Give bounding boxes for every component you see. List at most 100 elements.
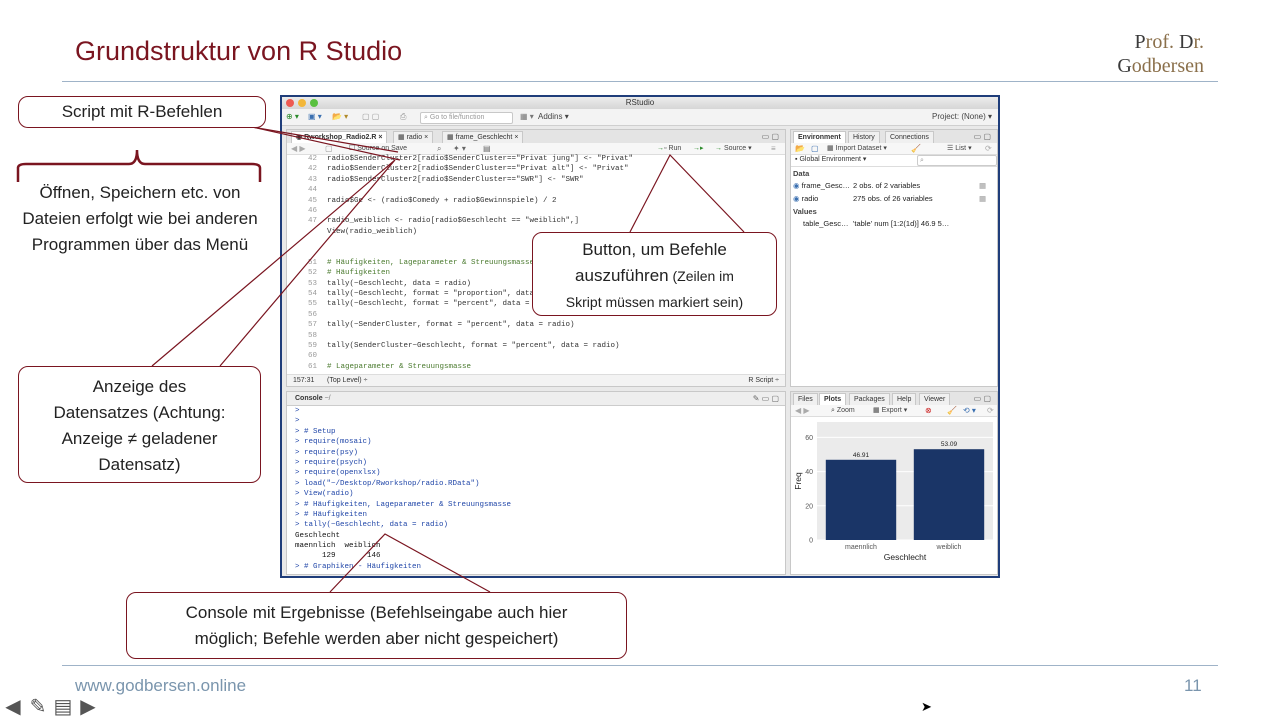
code-line[interactable]: 60 [287,351,785,361]
publish-icon[interactable]: ⟲ ▾ [963,406,976,416]
mouse-cursor-icon: ➤ [921,699,932,714]
y-tick-label: 0 [809,538,813,545]
list-view-selector[interactable]: ☰ List ▾ [947,144,972,154]
env-row-table-geschlecht[interactable]: table_Gesc… 'table' num [1:2(1d)] 46.9 5… [793,218,993,229]
code-tools-icon[interactable]: ✦ ▾ [453,144,466,154]
next-slide-icon[interactable]: ▶ [77,694,99,719]
project-menu[interactable]: Project: (None) ▾ [932,112,992,122]
close-window-icon[interactable] [286,99,294,107]
tab-radio[interactable]: ▦ radio × [393,131,434,143]
save-icon[interactable]: ▢ ▢ [362,112,379,122]
find-icon[interactable]: ⌕ [437,144,441,154]
zoom-window-icon[interactable] [310,99,318,107]
env-search-input[interactable]: ⌕ [917,155,997,166]
tab-help[interactable]: Help [892,393,917,405]
expand-icon[interactable]: ◉ [793,194,800,203]
outline-icon[interactable]: ≡ [771,144,776,154]
scope-selector[interactable]: (Top Level) ÷ [327,375,367,386]
menu-icon[interactable]: ▤ [52,694,74,719]
open-file-icon[interactable]: 📂 ▾ [332,112,348,122]
rstudio-window: RStudio ⊕ ▾ ▣ ▾ 📂 ▾ ▢ ▢ ⎙ ⌕ Go to file/f… [280,95,1000,578]
code-line[interactable]: 47 radio_weiblich <- radio[radio$Geschlec… [287,216,785,226]
minimize-window-icon[interactable] [298,99,306,107]
tab-packages[interactable]: Packages [849,393,890,405]
tab-files[interactable]: Files [793,393,818,405]
tab-plots[interactable]: Plots [819,393,847,405]
compile-report-icon[interactable]: ▤ [483,144,491,154]
console-line: > # Häufigkeiten [295,510,368,519]
export-button[interactable]: ▦ Export ▾ [873,406,907,416]
y-tick-label: 60 [805,435,813,442]
new-file-icon[interactable]: ⊕ ▾ [286,112,299,122]
console-line: > # Setup [295,427,336,436]
expand-icon[interactable]: ◉ [793,181,800,190]
console-line: > load("~/Desktop/Rworkshop/radio.RData"… [295,479,480,488]
code-line[interactable]: 44 [287,185,785,195]
tab-console[interactable]: Console ~/ [291,393,335,404]
tab-history[interactable]: History [848,131,880,143]
addins-menu[interactable]: Addins ▾ [538,112,569,122]
y-tick-label: 40 [805,469,813,476]
clear-workspace-icon[interactable]: 🧹 [911,144,921,154]
source-on-save-checkbox[interactable]: ☐ Source on Save [349,144,407,154]
logo: Prof. Dr. Godbersen [1117,31,1204,77]
footer-url[interactable]: www.godbersen.online [75,676,246,696]
view-table-icon[interactable]: ▦ [979,193,986,204]
code-line[interactable]: 42 radio$SenderCluster2[radio$SenderClust… [287,164,785,174]
load-workspace-icon[interactable]: 📂 [795,144,805,154]
open-project-icon[interactable]: ▣ ▾ [308,112,322,122]
remove-plot-icon[interactable]: ⊗ [925,406,932,416]
x-tick-label: maennlich [845,544,877,551]
plot-nav-icon[interactable]: ◀ ▶ [795,406,810,416]
layout-icon[interactable]: ▦ ▾ [520,112,534,122]
plots-tabs: Files Plots Packages Help Viewer ▭ ▢ [791,392,997,406]
goto-file-input[interactable]: ⌕ Go to file/function [420,112,513,124]
console-pane: Console ~/ ✎ ▭ ▢ > > > # Setup > require(mo… [286,391,786,575]
rerun-button[interactable]: →▸ [693,144,704,154]
pen-icon[interactable]: ✎ [27,694,49,719]
data-label: 46.91 [853,452,870,459]
refresh-icon[interactable]: ⟳ [985,144,992,154]
file-type-selector[interactable]: R Script ÷ [748,375,779,386]
code-line[interactable]: 61 # Lageparameter & Streuungsmasse [287,362,785,372]
bar-chart: 0 20 40 60 46.91 maennlich 53.09 weiblich Geschl… [793,422,993,562]
tab-frame-geschlecht[interactable]: ▦ frame_Geschlecht × [442,131,524,143]
tab-script[interactable]: ◉ Rworkshop_Radio2.R × [291,131,388,143]
zoom-button[interactable]: ⌕ Zoom [831,406,855,416]
tab-viewer[interactable]: Viewer [919,393,951,405]
console-line: maennlich weiblich [295,542,381,551]
import-dataset-button[interactable]: ▦ Import Dataset ▾ [827,144,887,154]
code-line[interactable]: 57 tally(~SenderCluster, format = "percen… [287,320,785,330]
editor-statusbar: 157:31 (Top Level) ÷ R Script ÷ [287,374,785,386]
run-button[interactable]: →▫ Run [657,144,681,154]
clear-plots-icon[interactable]: 🧹 [947,406,957,416]
source-button[interactable]: → Source ▾ [715,144,752,154]
save-workspace-icon[interactable]: ▢ [811,144,819,154]
console-line: > require(psych) [295,458,368,467]
plots-minmax-icon[interactable]: ▭ ▢ [974,394,991,403]
env-minmax-icon[interactable]: ▭ ▢ [974,132,991,141]
view-table-icon[interactable]: ▦ [979,180,986,191]
code-line[interactable]: 45 radio$Ge <- (radio$Comedy + radio$Gewi… [287,196,785,206]
tab-connections[interactable]: Connections [885,131,934,143]
tab-environment[interactable]: Environment [793,131,846,143]
prev-slide-icon[interactable]: ◀ [2,694,24,719]
code-line[interactable]: 58 [287,331,785,341]
code-line[interactable]: 42 radio$SenderCluster2[radio$SenderClust… [287,154,785,164]
code-line[interactable]: 43 radio$SenderCluster2[radio$SenderClust… [287,175,785,185]
env-row-frame-geschlecht[interactable]: ◉ frame_Gesc… 2 obs. of 2 variables ▦ [793,180,993,191]
env-row-radio[interactable]: ◉ radio 275 obs. of 26 variables ▦ [793,193,993,204]
main-toolbar: ⊕ ▾ ▣ ▾ 📂 ▾ ▢ ▢ ⎙ ⌕ Go to file/function … [282,109,998,126]
console-output[interactable]: > > > # Setup > require(mosaic) > require(ps… [295,406,511,572]
pane-minmax-icon[interactable]: ▭ ▢ [762,132,779,141]
print-icon[interactable]: ⎙ [400,112,406,122]
plots-refresh-icon[interactable]: ⟳ [987,406,994,416]
back-forward-icon[interactable]: ◀ ▶ [291,144,306,154]
code-line[interactable]: 59 tally(SenderCluster~Geschlecht, format… [287,341,785,351]
environment-pane: Environment History Connections ▭ ▢ 📂 ▢ … [790,129,998,387]
global-env-selector[interactable]: ▪ Global Environment ▾ [795,154,866,166]
console-minmax-icon[interactable]: ✎ ▭ ▢ [753,394,779,403]
callout-script: Script mit R-Befehlen [18,96,266,128]
code-line[interactable]: 46 [287,206,785,216]
editor-save-icon[interactable]: ▢ [325,144,333,154]
